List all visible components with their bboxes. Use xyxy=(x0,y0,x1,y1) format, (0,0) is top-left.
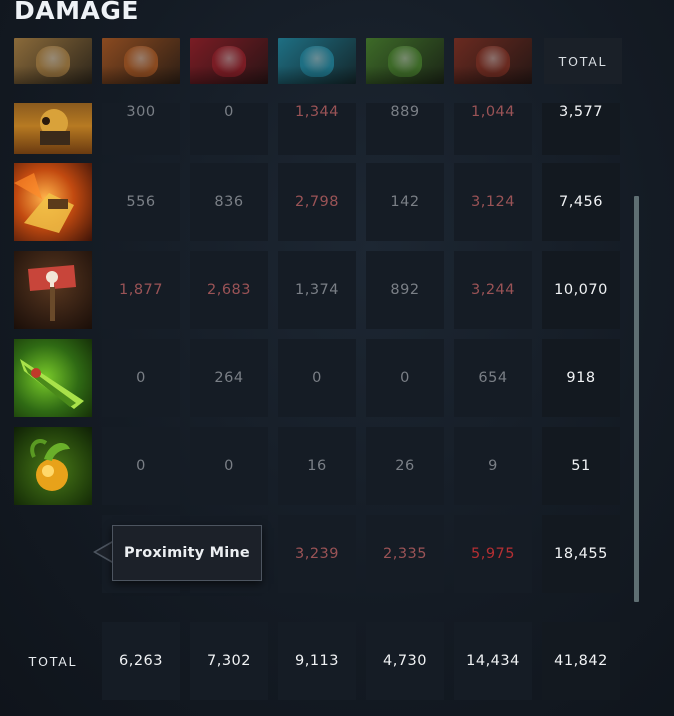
tooltip-arrow-fill xyxy=(96,543,112,561)
razor-portrait-icon[interactable] xyxy=(278,38,356,84)
blast-off-icon[interactable] xyxy=(14,103,92,154)
grand-total-cell: 41,842 xyxy=(542,622,620,700)
total-column-header: TOTAL xyxy=(544,38,622,84)
row-total-cell: 918 xyxy=(542,339,620,417)
damage-cell: 2,798 xyxy=(278,163,356,241)
bristleback-portrait-icon[interactable] xyxy=(102,38,180,84)
damage-cell: 0 xyxy=(366,339,444,417)
portrait-shade xyxy=(102,65,180,84)
row-total-cell: 51 xyxy=(542,427,620,505)
damage-cell: 2,683 xyxy=(190,251,268,329)
portrait-shade xyxy=(366,65,444,84)
portrait-shade xyxy=(454,65,532,84)
axe-portrait-icon[interactable] xyxy=(454,38,532,84)
row-total-cell: 10,070 xyxy=(542,251,620,329)
damage-cell: 889 xyxy=(366,103,444,155)
damage-cell: 1,374 xyxy=(278,251,356,329)
damage-cell: 5,975 xyxy=(454,515,532,593)
glowing-fruit-item-icon[interactable] xyxy=(14,427,92,505)
damage-cell: 3,244 xyxy=(454,251,532,329)
damage-cell: 0 xyxy=(102,339,180,417)
column-total-cell: 9,113 xyxy=(278,622,356,700)
portrait-shade xyxy=(14,65,92,84)
damage-cell: 264 xyxy=(190,339,268,417)
techies-portrait-icon[interactable] xyxy=(14,38,92,84)
column-total-cell: 7,302 xyxy=(190,622,268,700)
vertical-scrollbar[interactable] xyxy=(634,196,639,602)
damage-cell: 16 xyxy=(278,427,356,505)
column-total-cell: 14,434 xyxy=(454,622,532,700)
portrait-shade xyxy=(190,65,268,84)
damage-cell: 1,344 xyxy=(278,103,356,155)
damage-cell: 836 xyxy=(190,163,268,241)
damage-cell: 1,044 xyxy=(454,103,532,155)
damage-cell: 654 xyxy=(454,339,532,417)
panel-title: DAMAGE xyxy=(14,0,139,25)
row-total-cell: 3,577 xyxy=(542,103,620,155)
damage-cell: 0 xyxy=(102,427,180,505)
damage-cell: 142 xyxy=(366,163,444,241)
row-total-cell: 18,455 xyxy=(542,515,620,593)
damage-cell: 0 xyxy=(278,339,356,417)
ability-tooltip: Proximity Mine xyxy=(112,525,262,581)
necrophos-portrait-icon[interactable] xyxy=(366,38,444,84)
column-total-cell: 6,263 xyxy=(102,622,180,700)
damage-cell: 556 xyxy=(102,163,180,241)
row-total-cell: 7,456 xyxy=(542,163,620,241)
green-blade-item-icon[interactable] xyxy=(14,339,92,417)
damage-cell: 0 xyxy=(190,427,268,505)
stasis-trap-icon[interactable] xyxy=(14,163,92,241)
damage-cell: 3,124 xyxy=(454,163,532,241)
column-total-cell: 4,730 xyxy=(366,622,444,700)
damage-cell: 1,877 xyxy=(102,251,180,329)
damage-cell: 892 xyxy=(366,251,444,329)
portrait-shade xyxy=(278,65,356,84)
damage-cell: 300 xyxy=(102,103,180,155)
damage-cell: 9 xyxy=(454,427,532,505)
minefield-sign-icon[interactable] xyxy=(14,251,92,329)
lion-portrait-icon[interactable] xyxy=(190,38,268,84)
damage-cell: 0 xyxy=(190,103,268,155)
damage-cell: 26 xyxy=(366,427,444,505)
total-row-label: TOTAL xyxy=(28,653,78,669)
damage-cell: 3,239 xyxy=(278,515,356,593)
damage-cell: 2,335 xyxy=(366,515,444,593)
